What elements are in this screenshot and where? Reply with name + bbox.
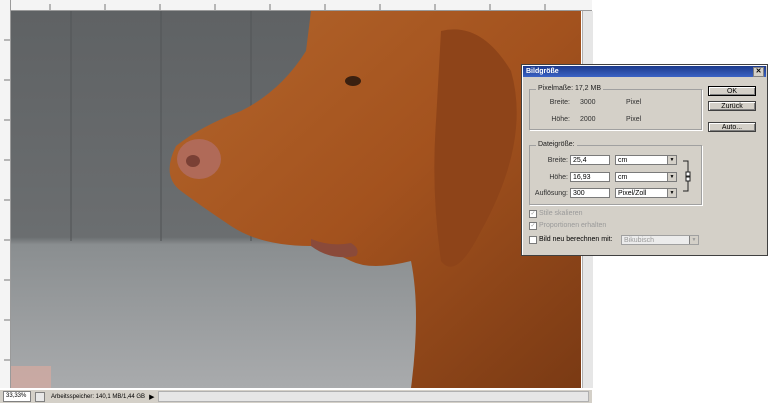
zoom-level-field[interactable]: 33,33% [3,391,31,402]
chain-link-icon [683,160,691,192]
pixel-width-label: Breite: [549,99,570,106]
reset-button[interactable]: Zurück [708,101,756,111]
pixel-width-unit: Pixel [626,99,642,106]
scale-styles-checkbox[interactable]: ✓ [529,210,537,218]
resolution-unit-select[interactable]: Pixel/Zoll ▼ [615,188,677,198]
ok-button[interactable]: OK [708,86,756,96]
constrain-proportions-label: Proportionen erhalten [539,222,607,229]
document-size-legend: Dateigröße: [536,141,577,148]
pixel-dimensions-legend: Pixelmaße: 17,2 MB [536,85,604,92]
doc-width-label: Breite: [547,157,568,164]
doc-width-unit-value: cm [618,157,628,164]
scale-styles-label: Stile skalieren [539,210,583,217]
resample-label: Bild neu berechnen mit: [539,236,613,243]
resample-method-value: Bikubisch [624,237,654,244]
chevron-down-icon[interactable]: ▼ [689,236,698,244]
doc-height-label: Höhe: [549,174,568,181]
pixel-dimensions-group: Pixelmaße: 17,2 MB Breite: 3000 Pixel Hö… [529,85,702,130]
dialog-title-bar[interactable]: Bildgröße ✕ [523,66,766,77]
resolution-unit-value: Pixel/Zoll [618,190,647,197]
pixel-width-value: 3000 [580,99,596,106]
auto-button[interactable]: Auto... [708,122,756,132]
status-menu-arrow-icon[interactable]: ▶ [149,393,154,401]
dog-photo [11,11,581,388]
constrain-proportions-checkbox[interactable]: ✓ [529,222,537,230]
horizontal-scrollbar[interactable] [158,391,589,402]
doc-height-unit-value: cm [618,174,628,181]
image-canvas[interactable] [11,11,581,388]
status-icon[interactable] [35,391,45,402]
pixel-height-label: Höhe: [551,116,570,123]
vertical-ruler-ticks [4,39,10,361]
chevron-down-icon[interactable]: ▼ [667,189,676,197]
resample-method-select[interactable]: Bikubisch ▼ [621,235,699,245]
horizontal-ruler-ticks [49,4,546,10]
chevron-down-icon[interactable]: ▼ [667,156,676,164]
doc-height-unit-select[interactable]: cm ▼ [615,172,677,182]
document-info: Arbeitsspeicher: 140,1 MB/1,44 GB [51,393,146,400]
doc-width-input[interactable]: 25,4 [570,155,610,165]
doc-width-unit-select[interactable]: cm ▼ [615,155,677,165]
resolution-label: Auflösung: [534,190,568,197]
status-bar: 33,33% Arbeitsspeicher: 140,1 MB/1,44 GB… [0,389,592,403]
dialog-title: Bildgröße [526,68,559,75]
resample-checkbox[interactable] [529,236,537,244]
pixel-height-unit: Pixel [626,116,642,123]
image-size-dialog: Bildgröße ✕ Pixelmaße: 17,2 MB Breite: 3… [521,64,768,256]
horizontal-ruler[interactable] [10,0,592,11]
pixel-height-value: 2000 [580,116,596,123]
close-button[interactable]: ✕ [753,67,764,77]
resolution-input[interactable]: 300 [570,188,610,198]
doc-height-input[interactable]: 16,93 [570,172,610,182]
chevron-down-icon[interactable]: ▼ [667,173,676,181]
vertical-ruler[interactable] [0,0,11,388]
document-size-group: Dateigröße: Breite: 25,4 cm ▼ Höhe: 16,9… [529,141,702,205]
